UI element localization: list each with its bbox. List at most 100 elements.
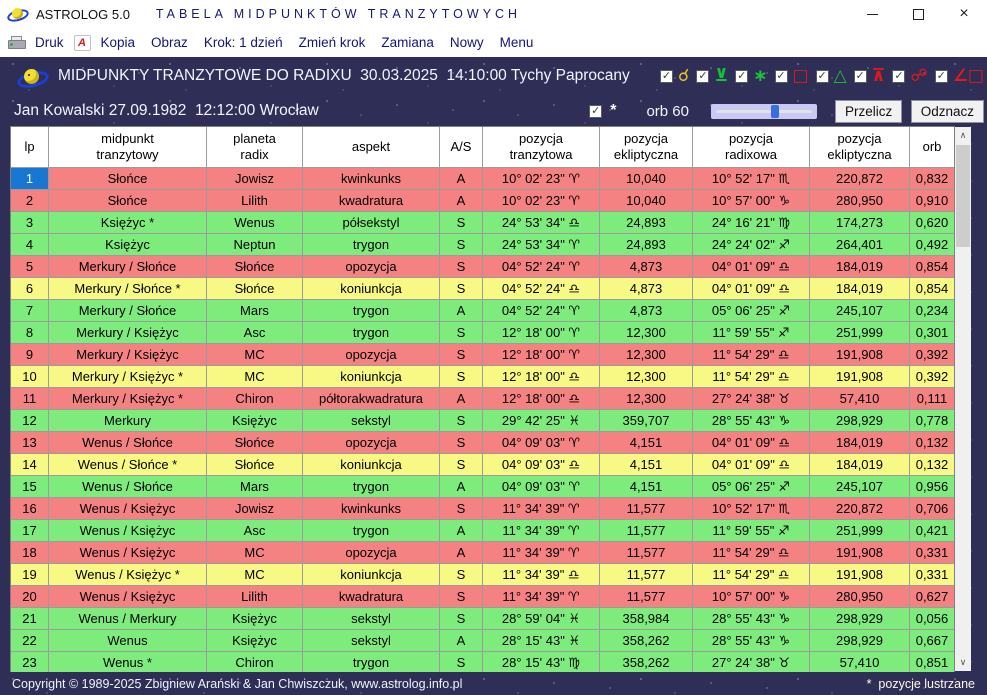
menu-item-menu[interactable]: Menu <box>492 32 542 53</box>
orb-cell: 0,627 <box>910 586 954 607</box>
row-index-cell[interactable]: 13 <box>11 432 49 453</box>
row-index-cell[interactable]: 8 <box>11 322 49 343</box>
aspect-cell: koniunkcja <box>303 278 440 299</box>
aspect-checkbox[interactable]: ✓ <box>935 70 948 83</box>
radix-planet-cell: Jowisz <box>207 168 303 189</box>
row-index-cell[interactable]: 6 <box>11 278 49 299</box>
table-row[interactable]: 11 Merkury / Księżyc * Chiron półtorakwa… <box>11 388 954 410</box>
close-button[interactable]: × <box>941 0 987 28</box>
row-index-cell[interactable]: 9 <box>11 344 49 365</box>
table-row[interactable]: 13 Wenus / Słońce Słońce opozycja S 04° … <box>11 432 954 454</box>
menu-item-druk[interactable]: Druk <box>27 32 72 53</box>
row-index-cell[interactable]: 16 <box>11 498 49 519</box>
transit-ecliptic-cell: 24,893 <box>600 212 693 233</box>
slider-thumb[interactable] <box>771 105 779 118</box>
row-index-cell[interactable]: 15 <box>11 476 49 497</box>
row-index-cell[interactable]: 18 <box>11 542 49 563</box>
row-index-cell[interactable]: 7 <box>11 300 49 321</box>
table-row[interactable]: 23 Wenus * Chiron trygon S 28° 15' 43" ♍… <box>11 652 954 674</box>
aspect-filter[interactable]: ✓ ∠□ <box>935 68 984 85</box>
table-row[interactable]: 22 Wenus Księżyc sekstyl A 28° 15' 43" ♓… <box>11 630 954 652</box>
row-index-cell[interactable]: 1 <box>11 168 49 189</box>
aspect-checkbox[interactable]: ✓ <box>892 70 905 83</box>
aspect-checkbox[interactable]: ✓ <box>660 70 673 83</box>
table-row[interactable]: 21 Wenus / Merkury Księżyc sekstyl S 28°… <box>11 608 954 630</box>
menu-item-zmien-krok[interactable]: Zmień krok <box>291 32 374 53</box>
row-index-cell[interactable]: 21 <box>11 608 49 629</box>
orb-cell: 0,421 <box>910 520 954 541</box>
table-row[interactable]: 4 Księżyc Neptun trygon S 24° 53' 34" ♈ … <box>11 234 954 256</box>
table-row[interactable]: 7 Merkury / Słońce Mars trygon A 04° 52'… <box>11 300 954 322</box>
menu-item-krok[interactable]: Krok: 1 dzień <box>196 32 291 53</box>
aspect-filter[interactable]: ✓ ☌ <box>660 68 689 85</box>
radix-position-cell: 05° 06' 25" ♐ <box>693 476 810 497</box>
table-row[interactable]: 18 Wenus / Księżyc MC opozycja A 11° 34'… <box>11 542 954 564</box>
table-row[interactable]: 12 Merkury Księżyc sekstyl S 29° 42' 25"… <box>11 410 954 432</box>
row-index-cell[interactable]: 5 <box>11 256 49 277</box>
deselect-button[interactable]: Odznacz <box>911 100 984 123</box>
row-index-cell[interactable]: 4 <box>11 234 49 255</box>
aspect-checkbox[interactable]: ✓ <box>854 70 867 83</box>
table-row[interactable]: 10 Merkury / Księżyc * MC koniunkcja S 1… <box>11 366 954 388</box>
aspect-filter[interactable]: ✓ □ <box>775 68 809 85</box>
applying-separating-cell: S <box>440 322 483 343</box>
mirror-checkbox[interactable]: ✓ <box>589 105 602 118</box>
maximize-button[interactable] <box>895 0 941 28</box>
minimize-button[interactable] <box>849 0 895 28</box>
scroll-down-button[interactable]: ∨ <box>955 654 971 671</box>
table-row[interactable]: 9 Merkury / Księżyc MC opozycja S 12° 18… <box>11 344 954 366</box>
aspect-checkbox[interactable]: ✓ <box>775 70 788 83</box>
table-row[interactable]: 20 Wenus / Księżyc Lilith kwadratura S 1… <box>11 586 954 608</box>
scroll-up-button[interactable]: ∧ <box>955 127 971 144</box>
orb-cell: 0,854 <box>910 256 954 277</box>
table-row[interactable]: 1 Słońce Jowisz kwinkunks A 10° 02' 23" … <box>11 168 954 190</box>
table-row[interactable]: 5 Merkury / Słońce Słońce opozycja S 04°… <box>11 256 954 278</box>
row-index-cell[interactable]: 14 <box>11 454 49 475</box>
menu-item-kopia[interactable]: Kopia <box>93 32 144 53</box>
radix-ecliptic-cell: 298,929 <box>810 630 910 651</box>
aspect-checkbox[interactable]: ✓ <box>696 70 709 83</box>
row-index-cell[interactable]: 22 <box>11 630 49 651</box>
row-index-cell[interactable]: 2 <box>11 190 49 211</box>
aspect-filter[interactable]: ✓ ⊻ <box>696 68 728 85</box>
orb-slider[interactable] <box>711 104 817 119</box>
aspect-filter[interactable]: ✓ ∗ <box>735 68 767 85</box>
midpoint-cell: Wenus / Księżyc <box>49 520 207 541</box>
radix-position-cell: 11° 54' 29" ♎ <box>693 366 810 387</box>
recalculate-button[interactable]: Przelicz <box>835 100 902 123</box>
row-index-cell[interactable]: 10 <box>11 366 49 387</box>
aspect-checkbox[interactable]: ✓ <box>735 70 748 83</box>
table-row[interactable]: 3 Księżyc * Wenus półsekstyl S 24° 53' 3… <box>11 212 954 234</box>
pdf-icon[interactable]: A <box>74 35 91 51</box>
table-row[interactable]: 19 Wenus / Księżyc * MC koniunkcja S 11°… <box>11 564 954 586</box>
table-scrollbar[interactable]: ∧ ∨ <box>955 127 971 671</box>
printer-icon[interactable] <box>8 36 25 49</box>
table-row[interactable]: 8 Merkury / Księżyc Asc trygon S 12° 18'… <box>11 322 954 344</box>
transit-ecliptic-cell: 10,040 <box>600 190 693 211</box>
aspect-filter[interactable]: ✓ ☍ <box>892 68 927 85</box>
row-index-cell[interactable]: 19 <box>11 564 49 585</box>
aspect-filter[interactable]: ✓ △ <box>816 68 847 85</box>
row-index-cell[interactable]: 3 <box>11 212 49 233</box>
table-row[interactable]: 15 Wenus / Słońce Mars trygon A 04° 09' … <box>11 476 954 498</box>
menu-item-nowy[interactable]: Nowy <box>442 32 492 53</box>
table-row[interactable]: 6 Merkury / Słońce * Słońce koniunkcja S… <box>11 278 954 300</box>
row-index-cell[interactable]: 23 <box>11 652 49 673</box>
transit-position-cell: 10° 02' 23" ♈ <box>483 190 600 211</box>
aspect-checkbox[interactable]: ✓ <box>816 70 829 83</box>
menu-item-zamiana[interactable]: Zamiana <box>373 32 442 53</box>
scrollbar-thumb[interactable] <box>956 145 970 247</box>
row-index-cell[interactable]: 20 <box>11 586 49 607</box>
row-index-cell[interactable]: 12 <box>11 410 49 431</box>
radix-position-cell: 10° 52' 17" ♏ <box>693 498 810 519</box>
radix-position-cell: 10° 52' 17" ♏ <box>693 168 810 189</box>
row-index-cell[interactable]: 11 <box>11 388 49 409</box>
menu-item-obraz[interactable]: Obraz <box>143 32 196 53</box>
table-row[interactable]: 2 Słońce Lilith kwadratura A 10° 02' 23"… <box>11 190 954 212</box>
aspect-filter[interactable]: ✓ ⊼ <box>854 68 886 85</box>
row-index-cell[interactable]: 17 <box>11 520 49 541</box>
table-row[interactable]: 17 Wenus / Księżyc Asc trygon A 11° 34' … <box>11 520 954 542</box>
radix-ecliptic-cell: 298,929 <box>810 410 910 431</box>
table-row[interactable]: 14 Wenus / Słońce * Słońce koniunkcja S … <box>11 454 954 476</box>
table-row[interactable]: 16 Wenus / Księżyc Jowisz kwinkunks S 11… <box>11 498 954 520</box>
